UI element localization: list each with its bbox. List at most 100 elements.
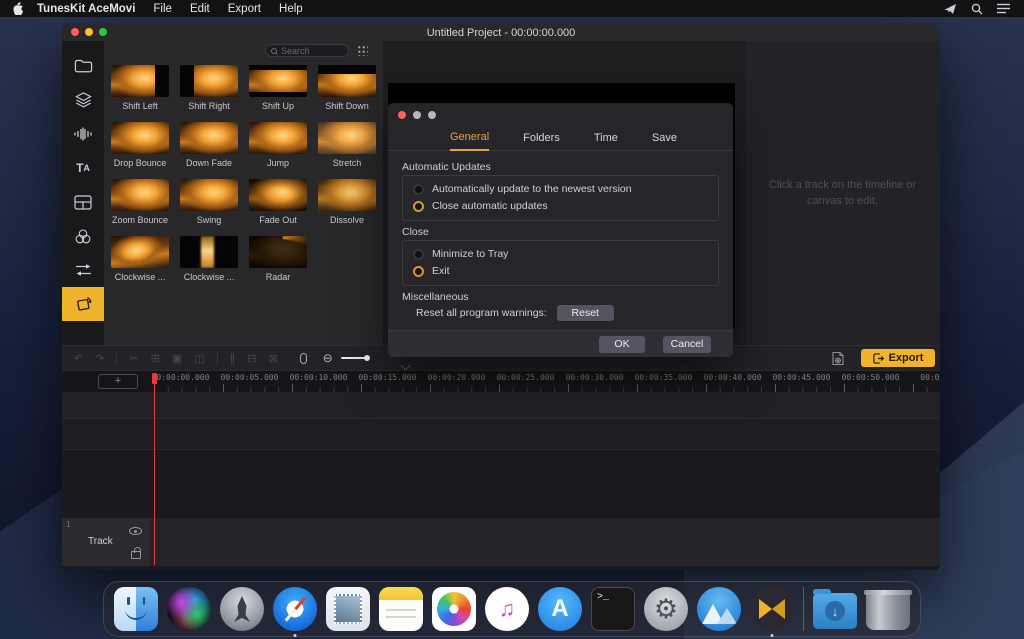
transition-item[interactable]: Jump: [246, 122, 310, 168]
transition-item[interactable]: Shift Right: [177, 65, 241, 111]
transition-item[interactable]: Zoom Bounce: [108, 179, 172, 225]
zoom-window-button[interactable]: [99, 28, 107, 36]
dialog-close-button[interactable]: [398, 111, 406, 119]
menu-item-edit[interactable]: Edit: [190, 3, 210, 15]
radio-unselected-icon[interactable]: [413, 249, 424, 260]
microphone-icon[interactable]: [300, 353, 307, 364]
close-window-button[interactable]: [71, 28, 79, 36]
reset-button[interactable]: Reset: [557, 305, 614, 321]
radio-unselected-icon[interactable]: [413, 184, 424, 195]
dialog-zoom-button[interactable]: [428, 111, 436, 119]
undo-icon[interactable]: ↶: [74, 352, 83, 365]
dock-trash-icon[interactable]: [866, 590, 910, 630]
transition-item[interactable]: Radar: [246, 236, 310, 282]
trim-icon[interactable]: ⊟: [247, 352, 256, 365]
cancel-button[interactable]: Cancel: [663, 336, 711, 353]
dock-notes-icon[interactable]: [379, 587, 423, 631]
timeline-empty-row[interactable]: [62, 392, 940, 419]
transition-item[interactable]: Dissolve: [315, 179, 379, 225]
dock-safari-icon[interactable]: [273, 587, 317, 631]
crop-icon[interactable]: ▣: [172, 352, 182, 365]
media-icon[interactable]: [62, 49, 104, 83]
freeze-frame-icon[interactable]: ◫: [194, 352, 204, 365]
transition-item[interactable]: Stretch: [315, 122, 379, 168]
slider-knob[interactable]: [364, 355, 370, 361]
tab-save[interactable]: Save: [652, 132, 677, 150]
transition-item[interactable]: Clockwise ...: [177, 236, 241, 282]
radio-option-auto-update[interactable]: Automatically update to the newest versi…: [413, 183, 708, 195]
marker-icon[interactable]: ⊠: [268, 352, 277, 365]
dock-launchpad-icon[interactable]: [220, 587, 264, 631]
dock-tuneskit-icon[interactable]: [697, 587, 741, 631]
elements-icon[interactable]: [62, 83, 104, 117]
radio-selected-icon[interactable]: [413, 266, 424, 277]
text-icon[interactable]: TA: [62, 151, 104, 185]
split-screen-icon[interactable]: [62, 185, 104, 219]
tab-general[interactable]: General: [450, 131, 489, 151]
dialog-titlebar[interactable]: [398, 111, 436, 119]
timeline-area[interactable]: 1 Track: [62, 392, 940, 570]
search-input[interactable]: Search: [265, 44, 349, 57]
project-settings-icon[interactable]: [831, 351, 845, 366]
track-visibility-icon[interactable]: [129, 527, 142, 535]
list-icon[interactable]: [997, 3, 1010, 14]
grid-view-icon[interactable]: [356, 44, 368, 56]
redo-icon[interactable]: ↷: [95, 352, 104, 365]
playhead[interactable]: [154, 373, 155, 565]
timeline-ruler[interactable]: + 00:00:00.000 00:00:05.000 00:00:10.000…: [62, 370, 940, 392]
audio-icon[interactable]: [62, 117, 104, 151]
menu-item-export[interactable]: Export: [228, 3, 261, 15]
apple-menu-icon[interactable]: [12, 2, 23, 15]
track-row[interactable]: 1 Track: [62, 518, 940, 566]
send-icon[interactable]: [944, 3, 957, 15]
track-lock-icon[interactable]: [131, 551, 141, 559]
ok-button[interactable]: OK: [599, 336, 645, 353]
search-icon[interactable]: [971, 3, 983, 15]
dock-terminal-icon[interactable]: >_: [591, 587, 635, 631]
zoom-out-icon[interactable]: ⊖: [323, 351, 333, 365]
transition-thumbnail: [111, 179, 169, 211]
track-header[interactable]: 1 Track: [62, 518, 150, 566]
dock-finder-icon[interactable]: [114, 587, 158, 631]
dock-siri-icon[interactable]: [167, 587, 211, 631]
timeline-empty-row[interactable]: [62, 419, 940, 450]
menu-app-name[interactable]: TunesKit AceMovi: [37, 3, 135, 15]
radio-option-minimize-tray[interactable]: Minimize to Tray: [413, 248, 708, 260]
export-button[interactable]: Export: [861, 349, 935, 367]
timeline-timestamp: 00:00:45.000: [767, 373, 836, 382]
transition-item[interactable]: Shift Left: [108, 65, 172, 111]
animations-icon[interactable]: [62, 253, 104, 287]
split-icon[interactable]: ∥: [230, 352, 236, 365]
radio-option-close-updates[interactable]: Close automatic updates: [413, 200, 708, 212]
chevron-down-icon[interactable]: [400, 360, 410, 370]
dock-system-preferences-icon[interactable]: ⚙: [644, 587, 688, 631]
add-track-button[interactable]: +: [98, 374, 138, 389]
transition-item[interactable]: Fade Out: [246, 179, 310, 225]
menu-item-file[interactable]: File: [153, 3, 172, 15]
tab-time[interactable]: Time: [594, 132, 618, 150]
transition-item[interactable]: Drop Bounce: [108, 122, 172, 168]
filters-icon[interactable]: [62, 219, 104, 253]
minimize-window-button[interactable]: [85, 28, 93, 36]
timeline-zoom-slider[interactable]: [341, 357, 368, 359]
transition-item[interactable]: Shift Down: [315, 65, 379, 111]
dock-downloads-icon[interactable]: ↓: [813, 593, 857, 629]
dialog-minimize-button[interactable]: [413, 111, 421, 119]
menu-item-help[interactable]: Help: [279, 3, 303, 15]
dock-photos-icon[interactable]: [432, 587, 476, 631]
cut-icon[interactable]: ✂: [129, 352, 138, 365]
dock-itunes-icon[interactable]: ♫: [485, 587, 529, 631]
dock-mail-icon[interactable]: [326, 587, 370, 631]
dock-acemovi-icon[interactable]: [750, 587, 794, 631]
transitions-icon[interactable]: [62, 287, 104, 321]
transition-item[interactable]: Clockwise ...: [108, 236, 172, 282]
copy-icon[interactable]: ⊞: [151, 352, 160, 365]
radio-option-exit[interactable]: Exit: [413, 265, 708, 277]
radio-selected-icon[interactable]: [413, 201, 424, 212]
dock-appstore-icon[interactable]: A: [538, 587, 582, 631]
transition-item[interactable]: Shift Up: [246, 65, 310, 111]
transition-item[interactable]: Down Fade: [177, 122, 241, 168]
tab-folders[interactable]: Folders: [523, 132, 560, 150]
transition-item[interactable]: Swing: [177, 179, 241, 225]
window-titlebar[interactable]: Untitled Project - 00:00:00.000: [62, 24, 940, 41]
